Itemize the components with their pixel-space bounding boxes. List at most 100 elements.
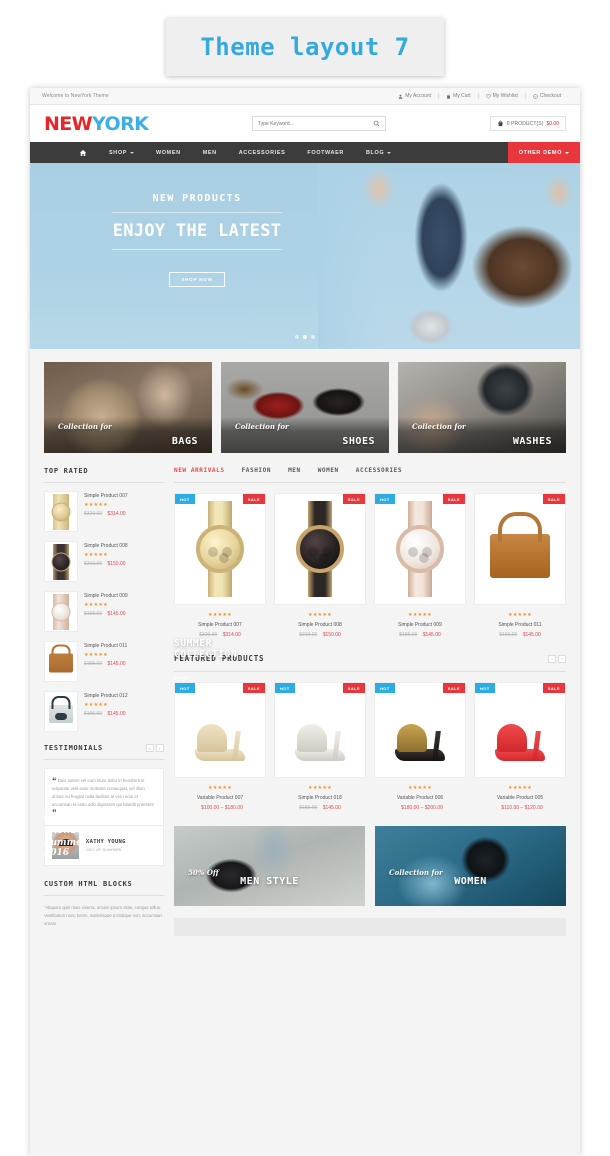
category-banner-shoes[interactable]: Collection for SHOES [221, 362, 389, 453]
tab-fashion[interactable]: FASHION [242, 467, 272, 474]
product-card[interactable]: SALE ★★★★★ Simple Product 008 $310.00 $1… [274, 493, 366, 638]
hero-subtitle: NEW PRODUCTS [152, 193, 242, 204]
product-card[interactable]: HOT SALE ★★★★★ Variable Product 007 $100… [174, 682, 266, 811]
testimonials-header: TESTIMONIALS ‹ › [44, 744, 164, 760]
rating-stars: ★★★★★ [84, 602, 108, 608]
product-image[interactable]: HOT SALE [274, 682, 366, 778]
product-thumbnail [44, 691, 78, 732]
badge-hot: HOT [475, 683, 495, 693]
product-image[interactable]: HOT SALE [174, 493, 266, 605]
nav-item-blog[interactable]: BLOG [355, 150, 402, 156]
tab-women[interactable]: WOMEN [318, 467, 339, 474]
product-image[interactable]: HOT SALE [174, 682, 266, 778]
badge-sale: SALE [442, 683, 465, 693]
badge-sale: SALE [442, 494, 465, 504]
hero-shop-now-button[interactable]: SHOP NOW [169, 272, 225, 287]
top-rated-item[interactable]: Simple Product 007 ★★★★★ $320.00 $314.00 [44, 491, 164, 532]
site-logo[interactable]: NEWYORK [44, 113, 149, 135]
badge-sale: SALE [242, 494, 265, 504]
nav-item-other-demo[interactable]: OTHER DEMO [507, 142, 580, 163]
hero-pagination[interactable] [30, 335, 580, 339]
top-rated-item[interactable]: Simple Product 011 ★★★★★ $155.00 $145.00 [44, 641, 164, 682]
tab-accessories[interactable]: ACCESSORIES [356, 467, 402, 474]
top-link-my-cart[interactable]: My Cart [438, 93, 478, 99]
testimonials-prev-button[interactable]: ‹ [146, 744, 154, 752]
check-circle-icon [533, 93, 538, 99]
product-price: $155.00 $145.00 [274, 805, 366, 811]
footer-strip [174, 918, 566, 936]
category-banner-washes[interactable]: Collection for WASHES [398, 362, 566, 453]
tab-men[interactable]: MEN [288, 467, 301, 474]
product-price: $320.00 $314.00 [84, 511, 164, 517]
testimonials-title: TESTIMONIALS [44, 744, 103, 752]
new-price: $314.00 [107, 511, 126, 517]
badge-hot: HOT [375, 683, 395, 693]
nav-item-footwaer[interactable]: FOOTWAER [296, 150, 355, 156]
rating-stars: ★★★★★ [208, 785, 232, 791]
top-link-label: Checkout [539, 93, 561, 99]
product-image[interactable]: HOT SALE [474, 682, 566, 778]
product-card[interactable]: SALE ★★★★★ Simple Product 011 $155.00 $1… [474, 493, 566, 638]
top-link-my-account[interactable]: My Account [391, 93, 438, 99]
nav-item-women[interactable]: WOMEN [145, 150, 192, 156]
user-icon [398, 94, 403, 99]
hero-dot[interactable] [295, 335, 299, 339]
product-price: $155.00 $145.00 [374, 632, 466, 638]
top-utility-bar: Welcome to NewYork Theme My Account My C… [30, 88, 580, 105]
product-image[interactable]: HOT SALE [374, 682, 466, 778]
nav-item-accessories[interactable]: ACCESSORIES [228, 150, 297, 156]
nav-item-men[interactable]: MEN [192, 150, 228, 156]
product-name: Simple Product 007 [198, 622, 242, 628]
hero-dot-active[interactable] [303, 335, 307, 339]
cart-count: 0 PRODUCT(S) [506, 120, 544, 127]
rating-stars: ★★★★★ [508, 612, 532, 618]
cart-summary[interactable]: 0 PRODUCT(S) $0.00 [489, 116, 566, 131]
top-link-checkout[interactable]: Checkout [524, 93, 568, 99]
bottom-banner-women[interactable]: Collection for WOMEN [375, 826, 566, 906]
product-card[interactable]: HOT SALE ★★★★★ Variable Product 005 $110… [474, 682, 566, 811]
top-link-my-wishlist[interactable]: My Wishlist [477, 93, 525, 99]
product-name: Simple Product 008 [298, 622, 342, 628]
rating-stars: ★★★★★ [84, 552, 108, 558]
bottom-banner-script: Collection for [389, 867, 443, 877]
product-image[interactable]: SALE [474, 493, 566, 605]
tab-new-arrivals[interactable]: NEW ARRIVALS [174, 467, 225, 474]
product-image[interactable]: SALE [274, 493, 366, 605]
product-price: $110.00 – $120.00 [474, 805, 566, 811]
category-banner-bags[interactable]: Collection for BAGS [44, 362, 212, 453]
testimonials-next-button[interactable]: › [156, 744, 164, 752]
rating-stars: ★★★★★ [84, 502, 108, 508]
product-thumbnail [44, 491, 78, 532]
testimonial-author-role: CEO OF SUNPARK [86, 846, 122, 852]
product-name: Simple Product 009 [398, 622, 442, 628]
old-price: $155.00 [84, 661, 103, 667]
site-preview: Welcome to NewYork Theme My Account My C… [30, 88, 580, 1156]
bottom-banner-men-style[interactable]: 50% Off MEN STYLE [174, 826, 365, 906]
product-card[interactable]: HOT SALE ★★★★★ Simple Product 018 $155.0… [274, 682, 366, 811]
product-name: Simple Product 007 [84, 493, 128, 499]
product-card[interactable]: HOT SALE ★★★★★ Variable Product 006 $180… [374, 682, 466, 811]
hero-slider[interactable]: NEW PRODUCTS ENJOY THE LATEST SHOP NOW [30, 163, 580, 349]
nav-item-home[interactable] [68, 149, 98, 157]
welcome-message: Welcome to NewYork Theme [42, 93, 109, 99]
nav-label: FOOTWAER [307, 149, 344, 156]
category-script-label: Collection for [412, 422, 466, 431]
search-icon[interactable] [373, 120, 380, 127]
featured-prev-button[interactable]: ‹ [548, 654, 556, 663]
top-rated-item[interactable]: Simple Product 008 ★★★★★ $310.00 $150.00 [44, 541, 164, 582]
search-box[interactable] [251, 116, 386, 131]
top-rated-item[interactable]: Simple Product 012 ★★★★★ $155.00 $145.00 [44, 691, 164, 732]
product-thumbnail [44, 641, 78, 682]
product-card[interactable]: HOT SALE ★★★★★ Simple Product 007 $320.0… [174, 493, 266, 638]
featured-next-button[interactable]: › [558, 654, 566, 663]
theme-layout-banner: Theme layout 7 [166, 18, 444, 76]
product-card[interactable]: HOT SALE ★★★★★ Simple Product 009 $155.0… [374, 493, 466, 638]
top-rated-item[interactable]: Simple Product 009 ★★★★★ $155.00 $145.00 [44, 591, 164, 632]
nav-item-shop[interactable]: SHOP [98, 150, 145, 156]
product-price: $155.00 $145.00 [474, 632, 566, 638]
search-input[interactable] [257, 120, 373, 127]
category-name: SHOES [342, 436, 375, 447]
testimonial-author-name: KATHY YOUNG [86, 838, 126, 845]
hero-dot[interactable] [311, 335, 315, 339]
product-image[interactable]: HOT SALE [374, 493, 466, 605]
